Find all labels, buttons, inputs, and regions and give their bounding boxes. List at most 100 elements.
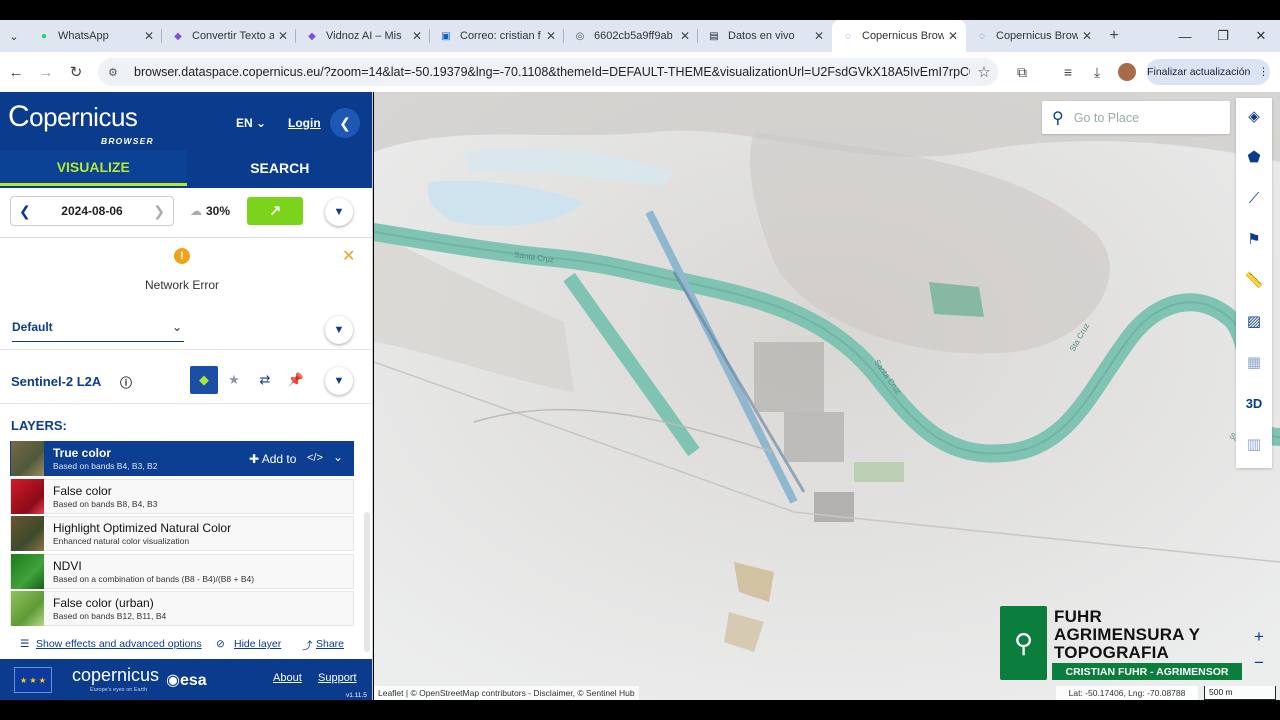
browser-tab[interactable]: ◎ 6602cb5a9ff9ab ✕	[564, 20, 698, 52]
tab-close-icon[interactable]: ✕	[1082, 29, 1092, 43]
tab-close-icon[interactable]: ✕	[948, 29, 958, 43]
layer-item[interactable]: False color Based on bands B8, B4, B3	[10, 479, 354, 514]
footer-logo-text: copernicus	[72, 665, 160, 685]
share-link[interactable]: Share	[316, 638, 344, 650]
date-picker[interactable]: ❮ 2024-08-06 ❯	[10, 196, 174, 226]
tab-search-icon[interactable]: ⌄	[0, 22, 28, 50]
layer-item[interactable]: Highlight Optimized Natural Color Enhance…	[10, 516, 354, 551]
line-icon[interactable]: ⟋	[1236, 180, 1272, 216]
chart-icon[interactable]: ▥	[1236, 426, 1272, 462]
browser-tab[interactable]: ◌ Copernicus Brow ✕	[966, 20, 1100, 52]
favorite-star-icon[interactable]: ★	[220, 366, 248, 394]
address-bar[interactable]: ⚙ browser.dataspace.copernicus.eu/?zoom=…	[98, 58, 998, 86]
bookmark-star-icon[interactable]: ☆	[970, 63, 998, 81]
browser-tab[interactable]: ▣ Correo: cristian f ✕	[430, 20, 564, 52]
browser-tab[interactable]: ● WhatsApp ✕	[28, 20, 162, 52]
update-button[interactable]: Finalizar actualización ⋮	[1146, 59, 1270, 85]
expand-date-button[interactable]: ▼	[325, 198, 353, 226]
media-icon[interactable]: ≡	[1054, 58, 1082, 86]
map-attribution[interactable]: Leaflet | © OpenStreetMap contributors -…	[374, 686, 639, 700]
url-text: browser.dataspace.copernicus.eu/?zoom=14…	[134, 65, 970, 79]
info-icon[interactable]: ⓘ	[120, 374, 132, 391]
about-link[interactable]: About	[273, 672, 302, 684]
3d-button[interactable]: 3D	[1236, 385, 1272, 421]
map-view[interactable]: Santa Cruz Santa Cruz Sta Cruz Santa Cru…	[374, 92, 1280, 700]
minimize-icon[interactable]: —	[1166, 20, 1204, 52]
chevron-down-icon: ⌄	[171, 320, 182, 334]
ruler-icon[interactable]: 📏	[1236, 262, 1272, 298]
expand-theme-button[interactable]: ▼	[325, 316, 353, 344]
watermark-band: CRISTIAN FUHR - AGRIMENSOR	[1052, 663, 1242, 680]
close-error-icon[interactable]: ✕	[342, 246, 355, 266]
theme-value: Default	[12, 320, 53, 334]
site-info-icon[interactable]: ⚙	[108, 66, 124, 79]
hide-layer-link[interactable]: Hide layer	[234, 638, 281, 650]
double-chevron-icon[interactable]: ⌄	[333, 450, 343, 464]
effects-link[interactable]: Show effects and advanced options	[36, 638, 202, 650]
new-tab-icon[interactable]: +	[1100, 27, 1128, 45]
compare-icon[interactable]: ⇄	[251, 366, 279, 394]
reload-icon[interactable]: ↻	[61, 57, 91, 87]
polygon-icon[interactable]: ⬟	[1236, 139, 1272, 175]
layer-item[interactable]: NDVI Based on a combination of bands (B8 …	[10, 554, 354, 589]
browser-tab[interactable]: ▤ Datos en vivo ✕	[698, 20, 832, 52]
language-select[interactable]: EN ⌄	[236, 116, 266, 130]
zoom-in-icon[interactable]: +	[1246, 624, 1272, 650]
add-to-button[interactable]: ✚ Add to	[249, 452, 296, 466]
menu-icon[interactable]: ⋮	[1258, 66, 1269, 78]
support-link[interactable]: Support	[318, 672, 357, 684]
layer-item[interactable]: False color (urban) Based on bands B12, B…	[10, 591, 354, 626]
browser-tab-active[interactable]: ◌ Copernicus Brow ✕	[832, 20, 966, 52]
theme-select[interactable]: Default ⌄	[12, 320, 184, 342]
layer-thumbnail	[11, 441, 44, 476]
code-icon[interactable]: </>	[307, 452, 323, 464]
theme-row: Default ⌄ ▼	[0, 308, 372, 350]
forward-icon[interactable]: →	[31, 57, 61, 87]
go-to-place-input[interactable]: ⚲ Go to Place	[1042, 101, 1230, 134]
image-download-icon[interactable]: ▨	[1236, 303, 1272, 339]
browser-tab[interactable]: ◆ Vidnoz AI – Mis ✕	[296, 20, 430, 52]
browser-tab[interactable]: ◆ Convertir Texto a ✕	[162, 20, 296, 52]
prev-date-icon[interactable]: ❮	[19, 203, 31, 220]
layer-desc: Based on bands B12, B11, B4	[53, 611, 167, 621]
date-toolbar: ❮ 2024-08-06 ❯ ☁ 30% ↗ ▼	[0, 188, 372, 238]
layer-item[interactable]: True color Based on bands B4, B3, B2 ✚ Ad…	[10, 441, 354, 476]
sidebar-panel: Copernicus BROWSER EN ⌄ Login ❮ VISUALIZ…	[0, 92, 373, 700]
date-value[interactable]: 2024-08-06	[61, 204, 122, 218]
collection-name[interactable]: Sentinel-2 L2A	[11, 374, 101, 389]
watermark-line: FUHR	[1054, 607, 1103, 626]
tab-search[interactable]: SEARCH	[187, 150, 373, 186]
tab-close-icon[interactable]: ✕	[278, 29, 288, 43]
close-window-icon[interactable]: ✕	[1242, 20, 1280, 52]
layer-name: False color (urban)	[53, 596, 154, 610]
go-to-date-button[interactable]: ↗	[247, 197, 303, 225]
globe-icon: ◎	[575, 30, 585, 42]
layers-scrollbar[interactable]	[364, 512, 370, 652]
tab-close-icon[interactable]: ✕	[412, 29, 422, 43]
tab-visualize[interactable]: VISUALIZE	[0, 150, 187, 186]
tab-close-icon[interactable]: ✕	[546, 29, 556, 43]
layers-icon[interactable]: ◈	[1236, 98, 1272, 134]
layers-toggle-icon[interactable]: ◆	[190, 366, 218, 394]
tab-title: Convertir Texto a	[192, 30, 274, 42]
film-icon[interactable]: ▦	[1236, 344, 1272, 380]
tab-close-icon[interactable]: ✕	[144, 29, 154, 43]
tab-close-icon[interactable]: ✕	[680, 29, 690, 43]
pin-icon[interactable]: ⚑	[1236, 221, 1272, 257]
pin-icon[interactable]: 📌	[282, 366, 310, 394]
expand-collection-button[interactable]: ▼	[325, 367, 353, 395]
restore-icon[interactable]: ❐	[1204, 20, 1242, 52]
layer-name: NDVI	[53, 559, 82, 573]
zoom-out-icon[interactable]: −	[1246, 650, 1272, 676]
collapse-panel-button[interactable]: ❮	[330, 108, 360, 138]
login-link[interactable]: Login	[288, 116, 321, 130]
next-date-icon[interactable]: ❯	[153, 203, 165, 220]
collection-row: Sentinel-2 L2A ⓘ ◆ ★ ⇄ 📌 ▼	[0, 358, 372, 404]
download-icon[interactable]: ⤓	[1083, 58, 1111, 86]
profile-avatar[interactable]	[1113, 58, 1141, 86]
effects-icon: ☰	[20, 638, 30, 650]
cloud-cover-filter[interactable]: ☁ 30%	[190, 204, 230, 218]
back-icon[interactable]: ←	[1, 57, 31, 87]
tab-close-icon[interactable]: ✕	[814, 29, 824, 43]
extensions-icon[interactable]: ⧉	[1008, 58, 1036, 86]
